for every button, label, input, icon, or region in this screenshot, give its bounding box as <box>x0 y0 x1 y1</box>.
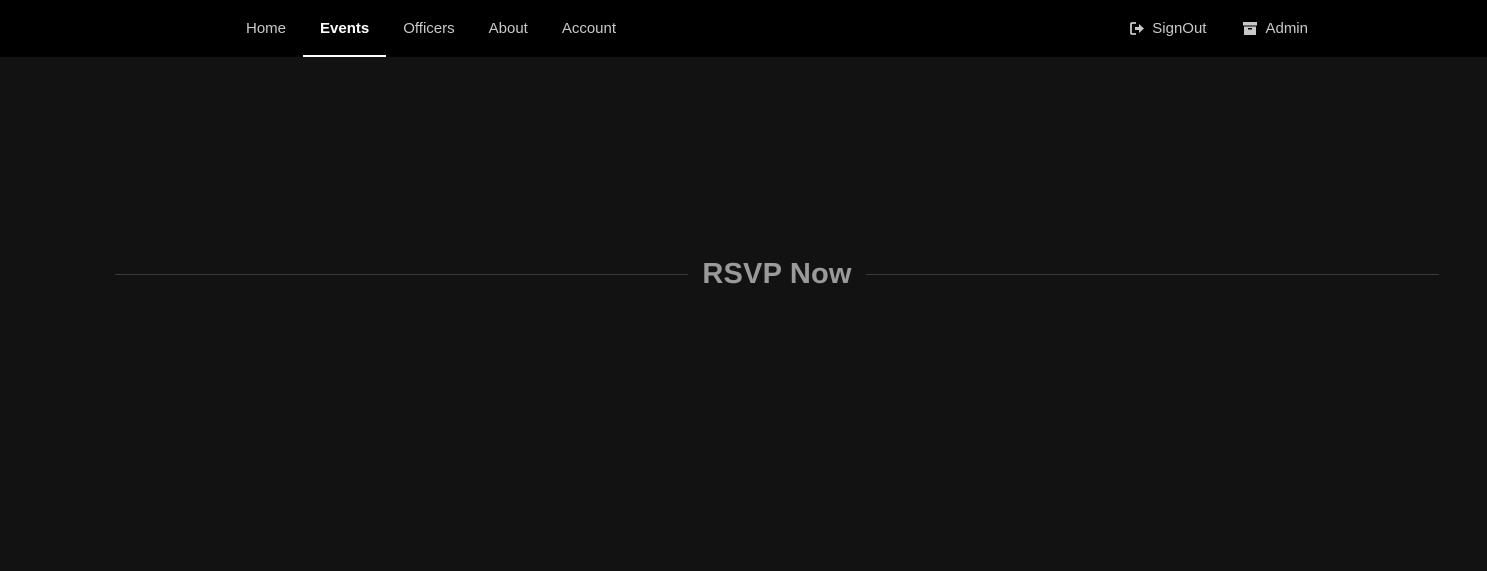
nav-item-label: Account <box>561 20 617 37</box>
nav-item-label: Admin <box>1265 20 1308 37</box>
nav-item-admin[interactable]: Admin <box>1223 0 1325 57</box>
archive-icon <box>1242 22 1258 36</box>
nav-item-label: Officers <box>403 20 455 37</box>
nav-item-label: Home <box>246 20 287 37</box>
main-content: RSVP Now <box>0 57 1487 571</box>
primary-nav: Home Events Officers About Account <box>229 0 633 57</box>
nav-item-account[interactable]: Account <box>545 0 633 57</box>
nav-item-label: SignOut <box>1152 20 1207 37</box>
sign-out-icon <box>1129 22 1145 36</box>
nav-item-about[interactable]: About <box>472 0 545 57</box>
left-divider <box>115 273 689 275</box>
rsvp-heading: RSVP Now <box>702 257 852 290</box>
nav-item-officers[interactable]: Officers <box>386 0 471 57</box>
nav-item-label: About <box>488 20 528 37</box>
secondary-nav: SignOut Admin <box>1110 0 1325 57</box>
nav-item-home[interactable]: Home <box>229 0 303 57</box>
right-divider <box>865 273 1440 275</box>
nav-item-events[interactable]: Events <box>303 0 387 57</box>
nav-item-label: Events <box>320 20 370 37</box>
top-navbar: Home Events Officers About Account SignO… <box>0 0 1487 57</box>
rsvp-heading-row: RSVP Now <box>115 255 1440 293</box>
nav-item-signout[interactable]: SignOut <box>1110 0 1223 57</box>
